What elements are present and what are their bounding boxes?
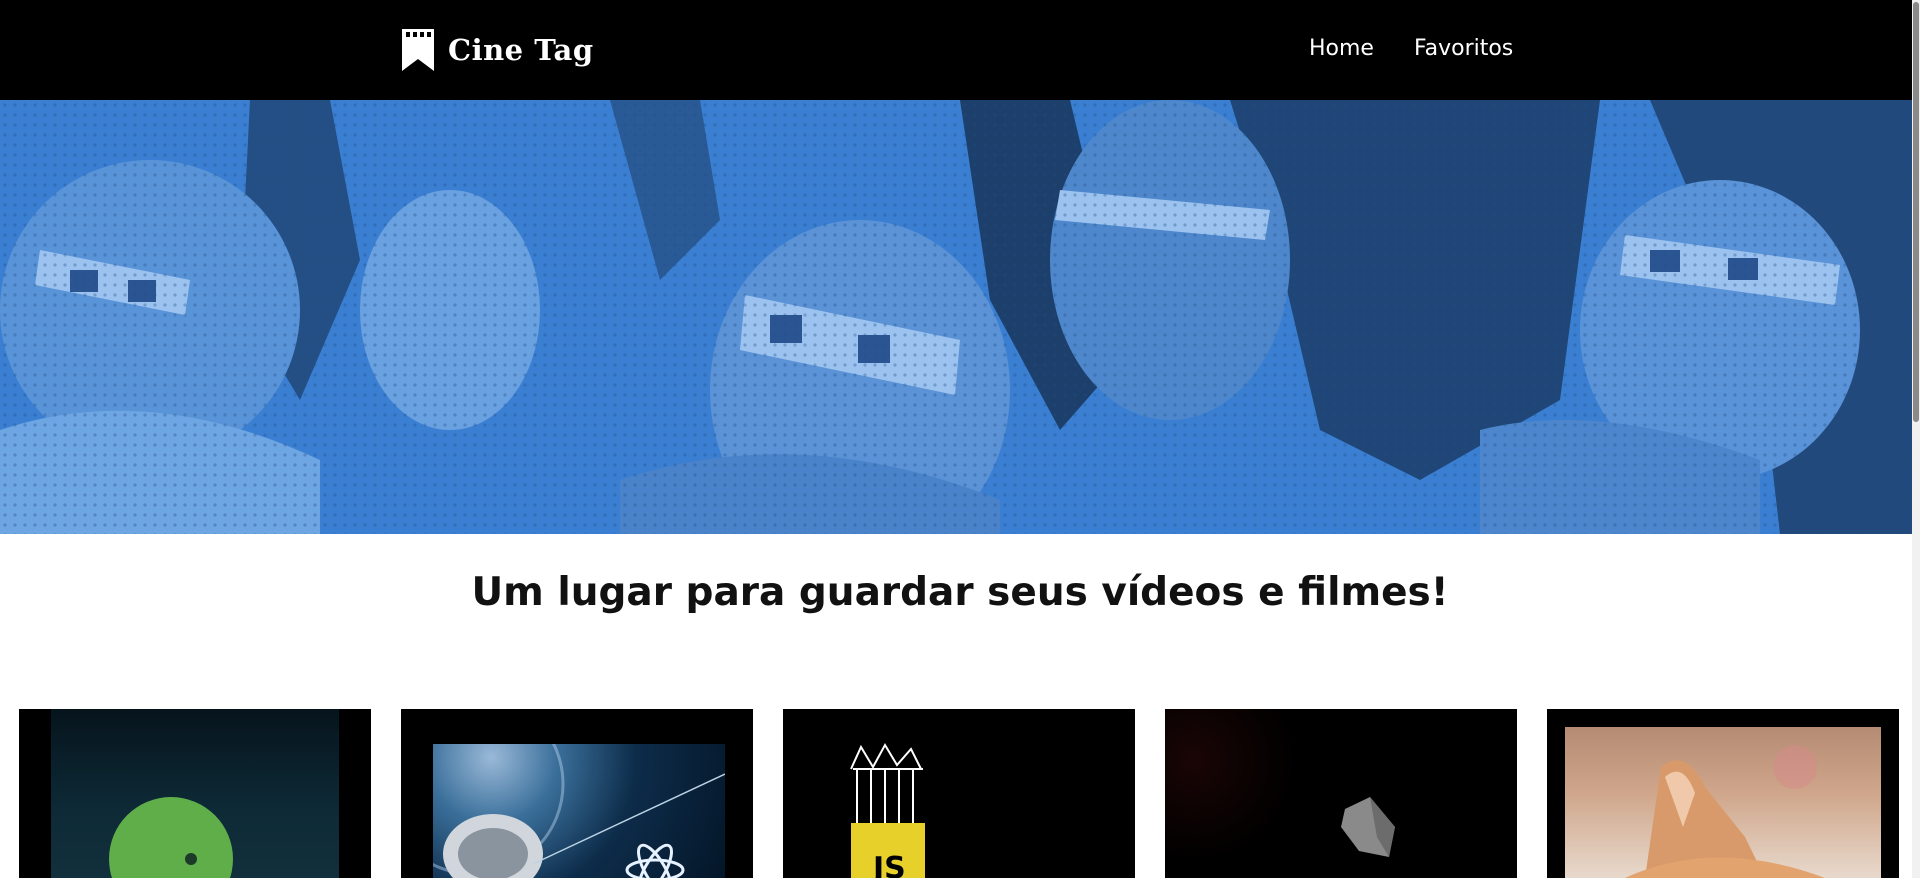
nav-link-favoritos[interactable]: Favoritos xyxy=(1414,36,1513,61)
video-card[interactable] xyxy=(19,709,371,878)
bookmark-film-icon xyxy=(402,29,434,71)
dart-logo-thumbnail xyxy=(1165,709,1517,878)
video-card-list: JS xyxy=(19,709,1899,878)
video-card[interactable]: JS xyxy=(783,709,1135,878)
brand-logo[interactable]: Cine Tag xyxy=(402,28,594,72)
page-tagline: Um lugar para guardar seus vídeos e film… xyxy=(471,570,1449,615)
video-card[interactable] xyxy=(401,709,753,878)
hero-banner xyxy=(0,100,1920,534)
scrollbar-thumb[interactable] xyxy=(1913,2,1919,422)
main-nav: Home Favoritos xyxy=(1309,36,1513,61)
video-card[interactable] xyxy=(1165,709,1517,878)
android-robot-thumbnail xyxy=(51,709,339,878)
satellite-react-thumbnail xyxy=(433,744,725,878)
nav-link-home[interactable]: Home xyxy=(1309,36,1374,61)
video-card[interactable] xyxy=(1547,709,1899,878)
audience-3d-glasses-image xyxy=(0,100,1920,534)
javascript-logo-thumbnail: JS xyxy=(843,739,933,878)
javascript-logo-text: JS xyxy=(871,851,906,878)
page-scrollbar[interactable] xyxy=(1912,0,1920,878)
brand-name: Cine Tag xyxy=(448,33,594,67)
orange-cat-thumbnail xyxy=(1565,727,1881,878)
top-header: Cine Tag Home Favoritos xyxy=(0,0,1920,100)
